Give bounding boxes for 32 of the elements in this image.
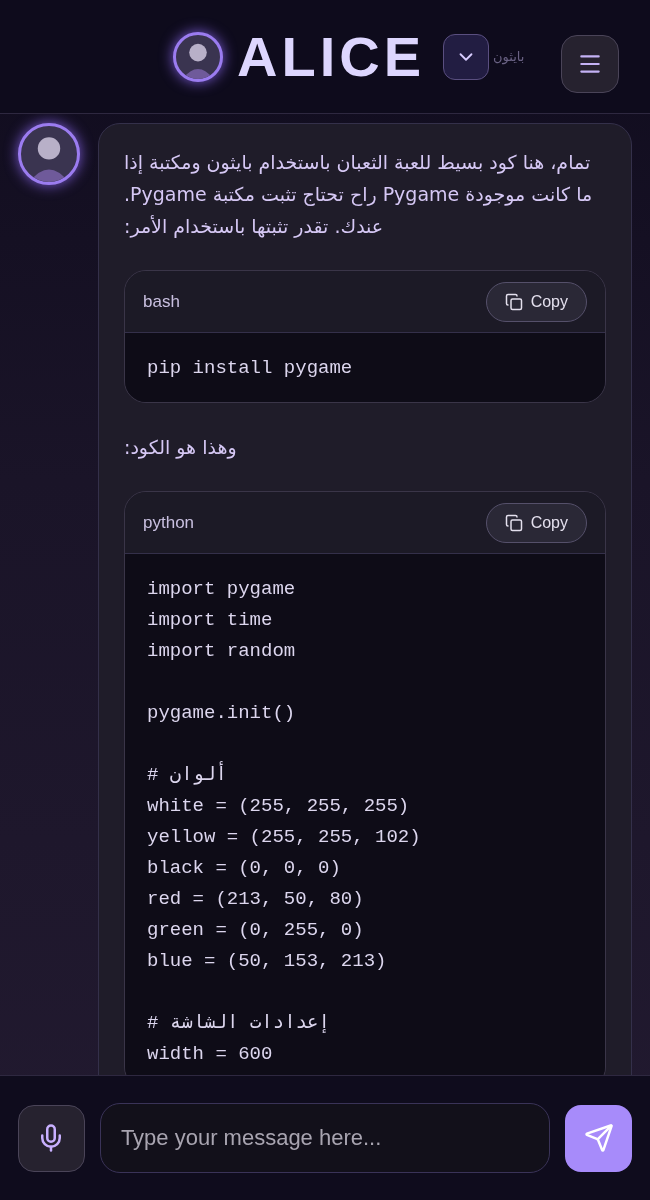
copy-button[interactable]: Copy bbox=[485, 502, 587, 543]
code-language: python bbox=[143, 511, 195, 534]
microphone-button[interactable] bbox=[18, 1104, 85, 1172]
send-icon bbox=[583, 1123, 614, 1153]
copy-button[interactable]: Copy bbox=[485, 281, 587, 322]
code-line: width = 600 bbox=[147, 1042, 273, 1067]
code-line: red = (213, 50, 80) bbox=[147, 887, 364, 912]
code-line: import random bbox=[147, 639, 296, 664]
app-title: ALICE bbox=[237, 28, 425, 85]
code-line: import time bbox=[147, 608, 273, 633]
copy-icon bbox=[504, 292, 523, 311]
code-line: pygame.init() bbox=[147, 701, 296, 726]
send-button[interactable] bbox=[565, 1104, 632, 1172]
code-line: # إعدادات الشاشة bbox=[147, 1011, 330, 1036]
code-line: pip install pygame bbox=[147, 356, 353, 381]
message-input[interactable]: Type your message here... bbox=[99, 1103, 551, 1173]
code-line: # ألوان bbox=[147, 760, 227, 791]
code-line: yellow = (255, 255, 102) bbox=[147, 825, 421, 850]
copy-icon bbox=[504, 513, 523, 532]
code-line: blue = (50, 153, 213) bbox=[147, 949, 387, 974]
model-label: بايثون bbox=[493, 47, 525, 67]
code-line: import pygame bbox=[147, 577, 296, 602]
message-text: تمام، هنا كود بسيط للعبة الثعبان باستخدام بايثون ومكتبة إذا ما كانت موجودة Pygame راح تحتاج تثبت مكتبة Pygame. عندك. تقدر تثبتها باستخدام الأمر: bbox=[124, 150, 594, 240]
code-language: bash bbox=[143, 290, 180, 313]
code-line: green = (0, 255, 0) bbox=[147, 918, 364, 943]
code-line: white = (255, 255, 255) bbox=[147, 794, 410, 819]
message-text: وهذا هو الكود: bbox=[124, 435, 238, 461]
dropdown-button[interactable] bbox=[443, 33, 489, 80]
menu-button[interactable] bbox=[561, 35, 619, 93]
code-line: black = (0, 0, 0) bbox=[147, 856, 341, 881]
avatar bbox=[18, 123, 80, 185]
avatar bbox=[173, 31, 223, 82]
